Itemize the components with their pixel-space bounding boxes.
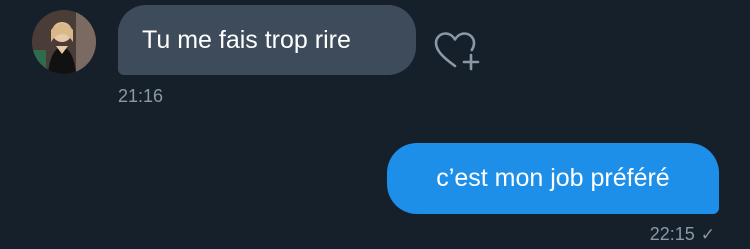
outgoing-message-bubble[interactable]: c’est mon job préféré bbox=[387, 143, 719, 214]
incoming-message-bubble[interactable]: Tu me fais trop rire bbox=[118, 5, 416, 75]
check-icon: ✓ bbox=[700, 224, 715, 244]
user-avatar bbox=[32, 10, 96, 74]
incoming-timestamp: 21:16 bbox=[118, 86, 164, 106]
sender-avatar[interactable] bbox=[32, 10, 96, 74]
incoming-message-text: Tu me fais trop rire bbox=[142, 25, 351, 54]
outgoing-message-meta: 22:15 ✓ bbox=[650, 224, 715, 245]
add-reaction-button[interactable] bbox=[432, 30, 482, 72]
outgoing-message-text: c’est mon job préféré bbox=[436, 164, 670, 192]
heart-plus-icon bbox=[434, 32, 480, 71]
outgoing-timestamp: 22:15 bbox=[649, 224, 695, 244]
